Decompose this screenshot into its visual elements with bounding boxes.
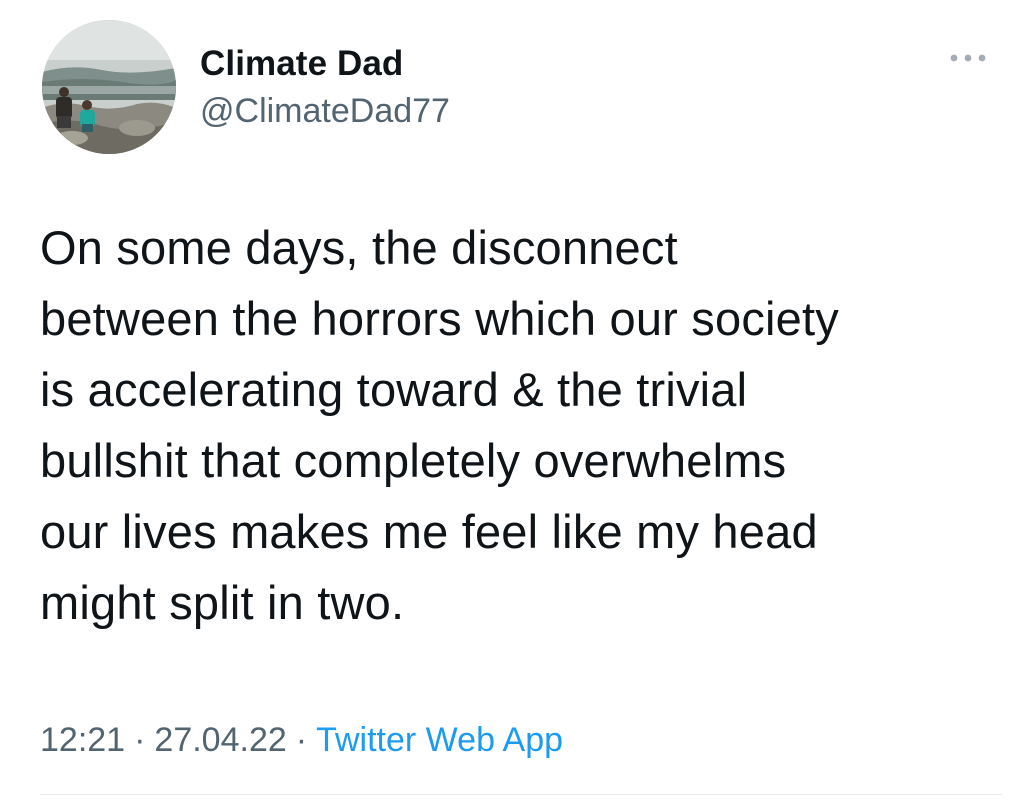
tweet-time[interactable]: 12:21 bbox=[40, 721, 125, 759]
tweet-header: Climate Dad @ClimateDad77 bbox=[40, 18, 990, 158]
more-options-icon[interactable] bbox=[946, 46, 990, 70]
author-handle[interactable]: @ClimateDad77 bbox=[200, 90, 450, 132]
author-names: Climate Dad @ClimateDad77 bbox=[200, 42, 450, 132]
tweet-metadata: 12:21 · 27.04.22 · Twitter Web App bbox=[40, 718, 563, 762]
tweet-text: On some days, the disconnect between the… bbox=[40, 221, 839, 629]
tweet-date[interactable]: 27.04.22 bbox=[154, 721, 286, 759]
meta-separator: · bbox=[134, 721, 146, 759]
author-display-name[interactable]: Climate Dad bbox=[200, 42, 450, 86]
avatar[interactable] bbox=[42, 20, 176, 154]
avatar-photo bbox=[42, 20, 176, 154]
divider bbox=[40, 794, 1002, 795]
tweet: Climate Dad @ClimateDad77 On some days, … bbox=[0, 0, 1024, 807]
tweet-source-link[interactable]: Twitter Web App bbox=[316, 721, 563, 759]
meta-separator: · bbox=[295, 721, 308, 759]
